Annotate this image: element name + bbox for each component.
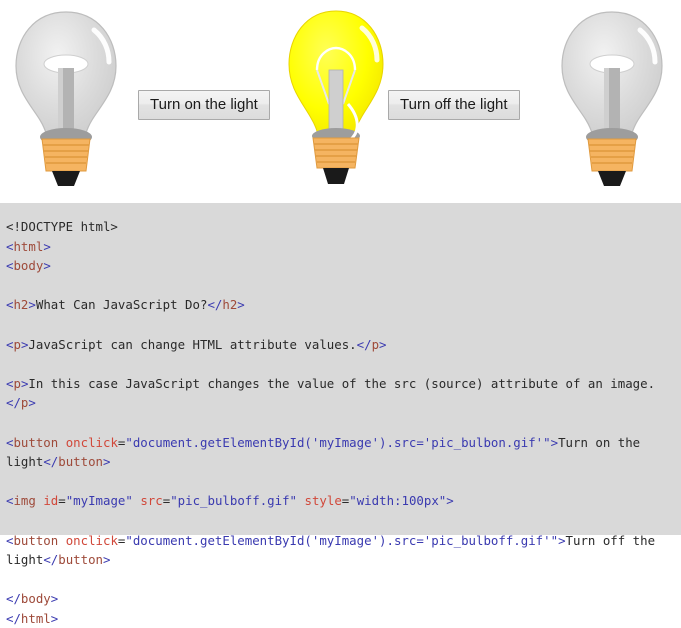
code-token-tag: html: [13, 238, 44, 254]
code-line-doctype: <!DOCTYPE html>: [6, 217, 677, 237]
code-token-tag: button: [58, 552, 103, 568]
code-token-tag: html: [20, 610, 51, 626]
code-token-pun: >: [550, 434, 559, 450]
code-token-tag: body: [20, 591, 51, 607]
code-line-blank-1: [6, 276, 677, 296]
code-line-button-on: <button onclick="document.getElementById…: [6, 433, 677, 472]
code-token-pun: </: [356, 336, 372, 352]
code-line-p-2: <p>In this case JavaScript changes the v…: [6, 374, 677, 413]
code-token-eq: =: [58, 493, 66, 509]
code-token-tag: h2: [222, 297, 238, 313]
code-token-tag: button: [13, 434, 59, 450]
code-token-attr: style: [304, 493, 342, 509]
turn-on-light-button[interactable]: Turn on the light: [138, 90, 270, 121]
code-token-txt: JavaScript can change HTML attribute val…: [28, 336, 357, 352]
code-line-html-close: </html>: [6, 609, 677, 628]
code-token-tag: p: [13, 375, 21, 391]
code-token-tag: h2: [13, 297, 29, 313]
code-token-pun: </: [6, 591, 21, 607]
code-token-attr: id: [43, 493, 59, 509]
code-token-tag: img: [13, 493, 36, 509]
turn-off-light-button[interactable]: Turn off the light: [388, 90, 520, 121]
bulb-on-icon: [286, 8, 386, 193]
code-token-tag: p: [371, 336, 380, 352]
code-line-blank-2: [6, 315, 677, 335]
code-line-blank-5: [6, 472, 677, 492]
code-line-h2: <h2>What Can JavaScript Do?</h2>: [6, 295, 677, 315]
code-token-tag: button: [58, 454, 103, 470]
code-token-txt: <!DOCTYPE html>: [6, 219, 118, 234]
code-token-txt: What Can JavaScript Do?: [35, 297, 208, 313]
code-token-pun: >: [50, 591, 59, 607]
bulb-off-left-icon: [12, 8, 120, 193]
demo-area: Turn on the light Turn off the light: [0, 0, 681, 203]
code-token-tag: p: [13, 336, 21, 352]
code-token-pun: >: [28, 297, 36, 313]
code-token-val: "width:100px": [349, 493, 447, 509]
code-token-pun: >: [379, 336, 387, 352]
code-line-body-close: </body>: [6, 589, 677, 609]
code-listing: <!DOCTYPE html> <html> <body> <h2>What Can …: [0, 203, 681, 626]
code-token-val: "document.getElementById('myImage').src=…: [125, 434, 551, 450]
code-token-val: "pic_bulboff.gif": [170, 493, 298, 509]
code-line-blank-6: [6, 511, 677, 531]
code-token-pun: >: [446, 493, 454, 509]
code-token-pun: >: [50, 610, 59, 626]
code-token-pun: </: [6, 395, 21, 411]
code-line-blank-3: [6, 354, 677, 374]
code-line-img: <img id="myImage" src="pic_bulboff.gif" …: [6, 491, 677, 511]
code-token-pun: </: [6, 610, 21, 626]
code-token-pun: >: [28, 395, 36, 411]
code-token-pun: >: [103, 552, 111, 568]
bulb-off-right-icon: [558, 8, 666, 193]
code-token-txt: In this case JavaScript changes the valu…: [28, 375, 656, 391]
code-line-blank-7: [6, 570, 677, 590]
code-token-pun: >: [43, 258, 51, 274]
code-line-blank-4: [6, 413, 677, 433]
code-line-html-open: <html>: [6, 237, 677, 257]
code-token-tag: body: [13, 258, 44, 274]
code-token-pun: </: [43, 454, 59, 470]
code-line-body-open: <body>: [6, 256, 677, 276]
code-line-p-1: <p>JavaScript can change HTML attribute …: [6, 335, 677, 355]
code-line-button-off: <button onclick="document.getElementById…: [6, 531, 677, 570]
code-token-val: "myImage": [65, 493, 133, 509]
code-token-pun: >: [237, 297, 245, 313]
code-token-pun: </: [207, 297, 223, 313]
code-token-attr: src: [140, 493, 163, 509]
code-token-pun: >: [103, 454, 111, 470]
code-token-attr: onclick: [65, 434, 118, 450]
code-token-pun: </: [43, 552, 59, 568]
code-token-pun: >: [43, 238, 51, 254]
